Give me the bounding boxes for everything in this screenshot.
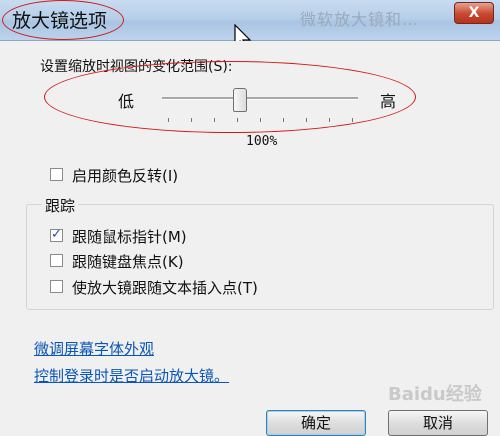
slider-tick [191, 118, 192, 122]
follow-text-checkbox[interactable] [50, 280, 63, 293]
checkmark-icon: ✓ [51, 227, 62, 242]
slider-high-label: 高 [380, 92, 397, 111]
cancel-button[interactable]: 取消 [388, 410, 488, 436]
tracking-group-title: 跟踪 [42, 195, 79, 216]
slider-tick [260, 118, 261, 122]
zoom-slider-thumb[interactable] [233, 88, 247, 112]
slider-tick [214, 118, 215, 122]
ok-button[interactable]: 确定 [266, 410, 366, 436]
invert-colors-label[interactable]: 启用颜色反转(I) [72, 165, 178, 186]
slider-tick [283, 118, 284, 122]
close-button[interactable]: X [454, 2, 494, 24]
follow-text-label[interactable]: 使放大镜跟随文本插入点(T) [72, 277, 258, 298]
background-window-title: 微软放大镜和… [300, 10, 420, 29]
font-appearance-link[interactable]: 微调屏幕字体外观 [34, 338, 154, 359]
close-icon: X [468, 5, 480, 21]
follow-mouse-label[interactable]: 跟随鼠标指针(M) [72, 226, 187, 247]
slider-tick [329, 118, 330, 122]
invert-colors-checkbox[interactable] [50, 168, 63, 181]
annotation-circle-title [2, 0, 124, 40]
slider-tick [306, 118, 307, 122]
slider-tick [352, 118, 353, 122]
ok-button-label: 确定 [300, 414, 331, 432]
slider-tick [168, 118, 169, 122]
zoom-percent: 100% [246, 134, 278, 149]
cancel-button-label: 取消 [422, 414, 453, 432]
slider-tick [237, 118, 238, 122]
watermark: Baidu经验 [388, 384, 482, 405]
logon-magnifier-link[interactable]: 控制登录时是否启动放大镜。 [34, 365, 229, 386]
follow-keyboard-label[interactable]: 跟随键盘焦点(K) [72, 251, 184, 272]
zoom-slider-track[interactable] [162, 97, 358, 100]
follow-mouse-checkbox[interactable]: ✓ [50, 227, 63, 242]
slider-low-label: 低 [118, 92, 135, 111]
follow-keyboard-checkbox[interactable] [50, 254, 63, 267]
